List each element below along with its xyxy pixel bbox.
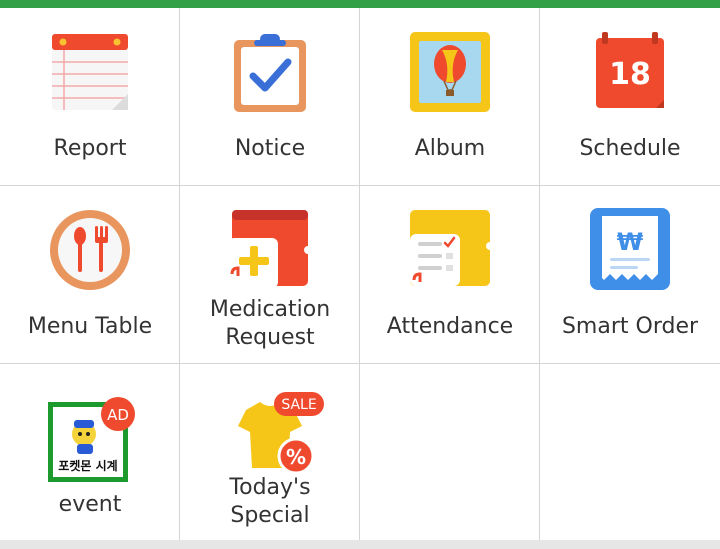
sale-badge: SALE xyxy=(281,397,316,413)
menu-item-label: Menu Table xyxy=(27,314,153,339)
menu-item-album[interactable]: Album xyxy=(360,8,540,186)
tshirt-sale-icon: SALE % xyxy=(238,392,324,475)
menu-item-report[interactable]: Report xyxy=(0,8,180,186)
menu-item-label: Attendance xyxy=(386,314,514,339)
calendar-date: 18 xyxy=(609,57,651,92)
menu-item-label: Medication Request xyxy=(180,296,360,352)
bottom-divider xyxy=(0,540,720,549)
attendance-checklist-icon xyxy=(410,210,494,286)
menu-item-label: Album xyxy=(414,136,486,161)
plate-spoon-fork-icon xyxy=(50,210,130,290)
notepad-icon xyxy=(52,34,128,110)
won-symbol: ₩ xyxy=(617,228,644,256)
menu-item-notice[interactable]: Notice xyxy=(180,8,360,186)
menu-item-label: Smart Order xyxy=(561,314,699,339)
medical-folder-icon xyxy=(228,210,312,288)
menu-item-label: Schedule xyxy=(579,136,681,161)
banner-text: 포켓몬 시계 xyxy=(58,458,117,473)
empty-cell xyxy=(540,364,720,542)
menu-item-label: Notice xyxy=(234,136,306,161)
menu-item-label: event xyxy=(58,492,122,517)
menu-item-label-line2: Request xyxy=(225,325,315,350)
menu-item-medication-request[interactable]: Medication Request xyxy=(180,186,360,364)
empty-cell xyxy=(360,364,540,542)
percent-symbol: % xyxy=(286,445,306,469)
menu-item-menu-table[interactable]: Menu Table xyxy=(0,186,180,364)
ad-banner-icon: 포켓몬 시계 AD xyxy=(48,397,135,482)
clipboard-check-icon xyxy=(234,34,306,112)
calendar-icon: 18 xyxy=(596,32,664,108)
ad-badge: AD xyxy=(107,406,129,424)
menu-item-label-line1: Today's xyxy=(229,475,311,500)
won-receipt-icon: ₩ xyxy=(590,208,670,290)
menu-item-todays-special[interactable]: SALE % Today's Special xyxy=(180,364,360,542)
menu-grid: Report Notice Album 18 Schedule Menu Tab… xyxy=(0,8,720,542)
menu-item-schedule[interactable]: 18 Schedule xyxy=(540,8,720,186)
menu-item-label: Report xyxy=(53,136,127,161)
menu-item-label-line1: Medication xyxy=(209,297,331,322)
menu-item-label: Today's Special xyxy=(180,474,360,530)
menu-item-event[interactable]: 포켓몬 시계 AD event xyxy=(0,364,180,542)
top-status-bar xyxy=(0,0,720,8)
menu-item-label-line2: Special xyxy=(230,503,310,528)
menu-item-attendance[interactable]: Attendance xyxy=(360,186,540,364)
balloon-photo-icon xyxy=(410,32,490,112)
menu-item-smart-order[interactable]: ₩ Smart Order xyxy=(540,186,720,364)
